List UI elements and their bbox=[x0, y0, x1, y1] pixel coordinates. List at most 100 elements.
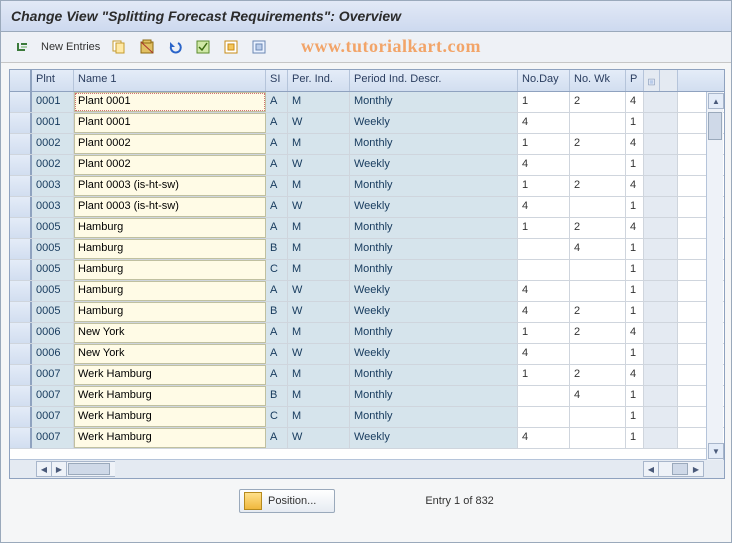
cell-name[interactable]: Plant 0002 bbox=[74, 155, 266, 175]
row-selector[interactable] bbox=[10, 239, 32, 259]
copy-as-icon[interactable] bbox=[108, 38, 130, 56]
column-si[interactable]: SI bbox=[266, 70, 288, 91]
cell-no-day[interactable]: 4 bbox=[518, 428, 570, 448]
hscroll-track-right[interactable] bbox=[659, 461, 689, 477]
cell-p[interactable]: 1 bbox=[626, 113, 644, 133]
cell-p[interactable]: 4 bbox=[626, 218, 644, 238]
cell-no-wk[interactable]: 2 bbox=[570, 176, 626, 196]
table-row[interactable]: 0007Werk HamburgCMMonthly1 bbox=[10, 407, 724, 428]
select-block-icon[interactable] bbox=[220, 38, 242, 56]
column-p[interactable]: P bbox=[626, 70, 644, 91]
cell-p[interactable]: 4 bbox=[626, 176, 644, 196]
table-row[interactable]: 0002Plant 0002AWWeekly41 bbox=[10, 155, 724, 176]
cell-no-wk[interactable]: 4 bbox=[570, 386, 626, 406]
scroll-up-icon[interactable]: ▲ bbox=[708, 93, 724, 109]
table-row[interactable]: 0003Plant 0003 (is-ht-sw)AWWeekly41 bbox=[10, 197, 724, 218]
table-row[interactable]: 0006New YorkAWWeekly41 bbox=[10, 344, 724, 365]
table-row[interactable]: 0005HamburgBMMonthly41 bbox=[10, 239, 724, 260]
table-row[interactable]: 0002Plant 0002AMMonthly124 bbox=[10, 134, 724, 155]
row-selector[interactable] bbox=[10, 260, 32, 280]
cell-no-wk[interactable] bbox=[570, 281, 626, 301]
column-plnt[interactable]: Plnt bbox=[32, 70, 74, 91]
cell-no-day[interactable]: 4 bbox=[518, 281, 570, 301]
cell-name[interactable]: Werk Hamburg bbox=[74, 386, 266, 406]
cell-name[interactable]: Hamburg bbox=[74, 218, 266, 238]
cell-p[interactable]: 1 bbox=[626, 428, 644, 448]
delete-icon[interactable] bbox=[136, 38, 158, 56]
column-config-icon[interactable] bbox=[644, 70, 660, 91]
hscroll-thumb-right[interactable] bbox=[672, 463, 688, 475]
cell-p[interactable]: 1 bbox=[626, 239, 644, 259]
row-selector[interactable] bbox=[10, 302, 32, 322]
table-row[interactable]: 0007Werk HamburgBMMonthly41 bbox=[10, 386, 724, 407]
cell-name[interactable]: Hamburg bbox=[74, 260, 266, 280]
cell-no-wk[interactable] bbox=[570, 113, 626, 133]
column-select[interactable] bbox=[10, 70, 32, 91]
table-row[interactable]: 0007Werk HamburgAWWeekly41 bbox=[10, 428, 724, 449]
column-no-day[interactable]: No.Day bbox=[518, 70, 570, 91]
table-row[interactable]: 0003Plant 0003 (is-ht-sw)AMMonthly124 bbox=[10, 176, 724, 197]
cell-no-day[interactable] bbox=[518, 260, 570, 280]
cell-name[interactable]: Hamburg bbox=[74, 281, 266, 301]
cell-no-day[interactable]: 1 bbox=[518, 218, 570, 238]
cell-no-wk[interactable]: 2 bbox=[570, 323, 626, 343]
cell-no-wk[interactable]: 2 bbox=[570, 302, 626, 322]
scroll-thumb[interactable] bbox=[708, 112, 722, 140]
cell-no-day[interactable] bbox=[518, 239, 570, 259]
cell-name[interactable]: Hamburg bbox=[74, 239, 266, 259]
cell-name[interactable]: Werk Hamburg bbox=[74, 428, 266, 448]
toggle-details-icon[interactable] bbox=[11, 38, 33, 56]
table-row[interactable]: 0001Plant 0001AWWeekly41 bbox=[10, 113, 724, 134]
row-selector[interactable] bbox=[10, 134, 32, 154]
scroll-left-icon[interactable]: ◀ bbox=[36, 461, 52, 477]
row-selector[interactable] bbox=[10, 92, 32, 112]
table-row[interactable]: 0005HamburgAWWeekly41 bbox=[10, 281, 724, 302]
cell-no-wk[interactable]: 2 bbox=[570, 365, 626, 385]
select-all-icon[interactable] bbox=[192, 38, 214, 56]
cell-p[interactable]: 1 bbox=[626, 344, 644, 364]
table-row[interactable]: 0005HamburgAMMonthly124 bbox=[10, 218, 724, 239]
row-selector[interactable] bbox=[10, 218, 32, 238]
hscroll-track-left[interactable] bbox=[67, 461, 115, 477]
cell-no-day[interactable]: 1 bbox=[518, 134, 570, 154]
row-selector[interactable] bbox=[10, 155, 32, 175]
table-row[interactable]: 0006New YorkAMMonthly124 bbox=[10, 323, 724, 344]
scroll-left-icon-2[interactable]: ◀ bbox=[643, 461, 659, 477]
cell-no-day[interactable]: 4 bbox=[518, 197, 570, 217]
cell-no-day[interactable]: 4 bbox=[518, 302, 570, 322]
cell-no-day[interactable] bbox=[518, 386, 570, 406]
cell-no-day[interactable]: 1 bbox=[518, 176, 570, 196]
horizontal-scrollbar[interactable]: ◀ ▶ ◀ ▶ bbox=[10, 459, 724, 478]
new-entries-button[interactable]: New Entries bbox=[39, 40, 102, 54]
column-per-ind[interactable]: Per. Ind. bbox=[288, 70, 350, 91]
cell-no-wk[interactable]: 2 bbox=[570, 134, 626, 154]
table-row[interactable]: 0007Werk HamburgAMMonthly124 bbox=[10, 365, 724, 386]
row-selector[interactable] bbox=[10, 344, 32, 364]
cell-no-wk[interactable] bbox=[570, 407, 626, 427]
cell-no-day[interactable]: 1 bbox=[518, 365, 570, 385]
row-selector[interactable] bbox=[10, 386, 32, 406]
column-per-descr[interactable]: Period Ind. Descr. bbox=[350, 70, 518, 91]
column-no-wk[interactable]: No. Wk bbox=[570, 70, 626, 91]
cell-no-wk[interactable] bbox=[570, 344, 626, 364]
table-row[interactable]: 0005HamburgBWWeekly421 bbox=[10, 302, 724, 323]
cell-name[interactable]: Hamburg bbox=[74, 302, 266, 322]
cell-no-day[interactable]: 4 bbox=[518, 113, 570, 133]
cell-no-wk[interactable]: 2 bbox=[570, 92, 626, 112]
cell-no-day[interactable]: 4 bbox=[518, 155, 570, 175]
row-selector[interactable] bbox=[10, 113, 32, 133]
cell-no-day[interactable] bbox=[518, 407, 570, 427]
cell-p[interactable]: 1 bbox=[626, 302, 644, 322]
row-selector[interactable] bbox=[10, 197, 32, 217]
cell-p[interactable]: 1 bbox=[626, 260, 644, 280]
cell-p[interactable]: 4 bbox=[626, 92, 644, 112]
cell-name[interactable]: Plant 0002 bbox=[74, 134, 266, 154]
cell-p[interactable]: 1 bbox=[626, 197, 644, 217]
undo-icon[interactable] bbox=[164, 38, 186, 56]
row-selector[interactable] bbox=[10, 281, 32, 301]
vertical-scrollbar[interactable]: ▲ ▼ bbox=[706, 92, 723, 460]
cell-name[interactable]: Plant 0001 bbox=[74, 92, 266, 112]
cell-name[interactable]: New York bbox=[74, 323, 266, 343]
cell-no-wk[interactable]: 2 bbox=[570, 218, 626, 238]
table-row[interactable]: 0005HamburgCMMonthly1 bbox=[10, 260, 724, 281]
